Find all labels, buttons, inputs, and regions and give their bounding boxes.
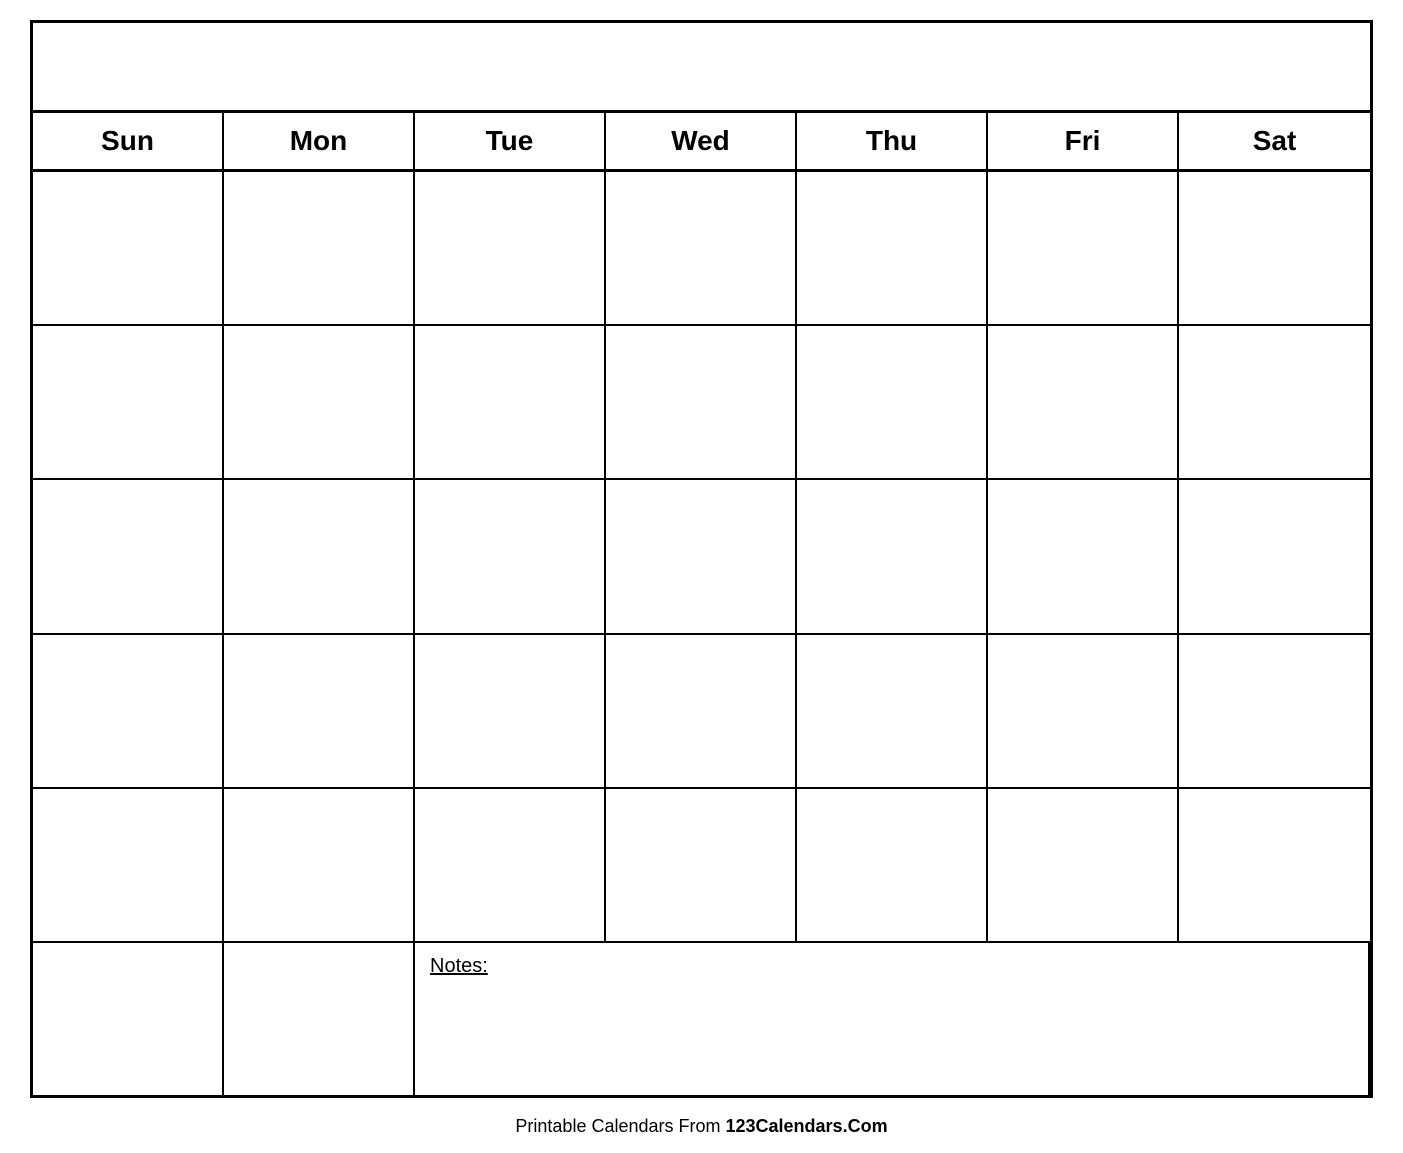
- cell-5-1[interactable]: [33, 789, 224, 941]
- footer-text-bold: 123Calendars.Com: [726, 1116, 888, 1136]
- calendar-header: Sun Mon Tue Wed Thu Fri Sat: [33, 113, 1370, 172]
- cell-3-5[interactable]: [797, 480, 988, 632]
- cell-2-2[interactable]: [224, 326, 415, 478]
- cell-1-5[interactable]: [797, 172, 988, 324]
- cell-2-1[interactable]: [33, 326, 224, 478]
- calendar-row-3: [33, 480, 1370, 634]
- header-fri: Fri: [988, 113, 1179, 169]
- cell-4-6[interactable]: [988, 635, 1179, 787]
- calendar-row-5: [33, 789, 1370, 943]
- cell-5-4[interactable]: [606, 789, 797, 941]
- cell-5-7[interactable]: [1179, 789, 1370, 941]
- header-tue: Tue: [415, 113, 606, 169]
- page-wrapper: Sun Mon Tue Wed Thu Fri Sat: [0, 0, 1403, 1153]
- cell-3-4[interactable]: [606, 480, 797, 632]
- cell-2-4[interactable]: [606, 326, 797, 478]
- cell-2-7[interactable]: [1179, 326, 1370, 478]
- cell-2-3[interactable]: [415, 326, 606, 478]
- cell-2-5[interactable]: [797, 326, 988, 478]
- cell-2-6[interactable]: [988, 326, 1179, 478]
- notes-area[interactable]: Notes:: [415, 943, 1370, 1095]
- calendar-row-1: [33, 172, 1370, 326]
- cell-4-3[interactable]: [415, 635, 606, 787]
- cell-1-3[interactable]: [415, 172, 606, 324]
- header-sun: Sun: [33, 113, 224, 169]
- cell-3-3[interactable]: [415, 480, 606, 632]
- footer: Printable Calendars From 123Calendars.Co…: [515, 1110, 887, 1143]
- header-thu: Thu: [797, 113, 988, 169]
- cell-3-1[interactable]: [33, 480, 224, 632]
- calendar-title-row: [33, 23, 1370, 113]
- cell-6-1[interactable]: [33, 943, 224, 1095]
- cell-4-5[interactable]: [797, 635, 988, 787]
- calendar-container: Sun Mon Tue Wed Thu Fri Sat: [30, 20, 1373, 1098]
- cell-6-2[interactable]: [224, 943, 415, 1095]
- cell-1-7[interactable]: [1179, 172, 1370, 324]
- calendar-row-4: [33, 635, 1370, 789]
- cell-1-2[interactable]: [224, 172, 415, 324]
- cell-3-7[interactable]: [1179, 480, 1370, 632]
- cell-1-6[interactable]: [988, 172, 1179, 324]
- cell-5-6[interactable]: [988, 789, 1179, 941]
- notes-label: Notes:: [430, 955, 488, 977]
- cell-4-4[interactable]: [606, 635, 797, 787]
- cell-5-2[interactable]: [224, 789, 415, 941]
- footer-text-normal: Printable Calendars From: [515, 1116, 725, 1136]
- header-wed: Wed: [606, 113, 797, 169]
- header-mon: Mon: [224, 113, 415, 169]
- cell-5-3[interactable]: [415, 789, 606, 941]
- cell-4-2[interactable]: [224, 635, 415, 787]
- header-sat: Sat: [1179, 113, 1370, 169]
- cell-4-1[interactable]: [33, 635, 224, 787]
- calendar-row-2: [33, 326, 1370, 480]
- cell-3-6[interactable]: [988, 480, 1179, 632]
- cell-4-7[interactable]: [1179, 635, 1370, 787]
- calendar-body: Notes:: [33, 172, 1370, 1095]
- cell-1-1[interactable]: [33, 172, 224, 324]
- cell-3-2[interactable]: [224, 480, 415, 632]
- cell-5-5[interactable]: [797, 789, 988, 941]
- cell-1-4[interactable]: [606, 172, 797, 324]
- notes-row: Notes:: [33, 943, 1370, 1095]
